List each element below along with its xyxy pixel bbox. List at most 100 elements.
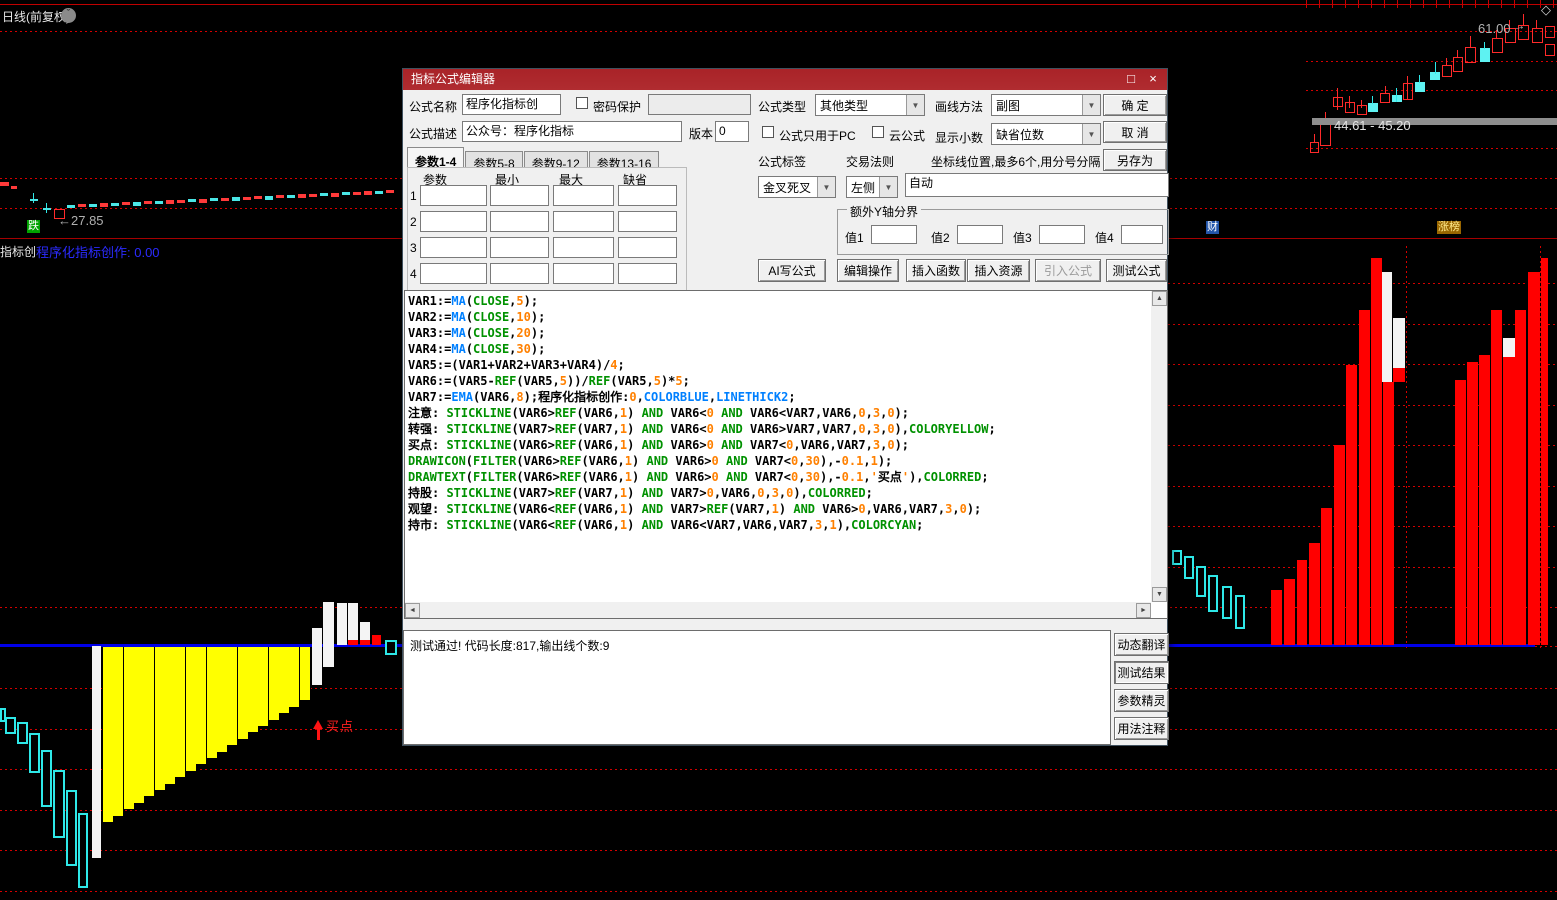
chevron-down-icon[interactable]: ▼: [879, 177, 897, 197]
param-input-r1c1[interactable]: [420, 185, 487, 206]
pc-only-checkbox[interactable]: [762, 126, 774, 138]
ok-button[interactable]: 确 定: [1103, 94, 1167, 116]
candle-cyan-hollow: [5, 717, 16, 734]
volume-bar-red: [1359, 310, 1370, 645]
code-line-15: 持市: STICKLINE(VAR6<REF(VAR6,1) AND VAR6<…: [408, 517, 996, 533]
buy-arrow-stem: [317, 729, 320, 740]
coord-line-input[interactable]: 自动: [905, 173, 1169, 197]
param-input-r4c4[interactable]: [618, 263, 677, 284]
mini-candle: [375, 191, 383, 194]
formula-type-select[interactable]: 其他类型▼: [815, 94, 925, 116]
usage-note-button[interactable]: 用法注释: [1114, 717, 1169, 740]
close-icon[interactable]: ×: [1143, 69, 1163, 90]
mini-candle: [177, 200, 185, 203]
scroll-up-icon[interactable]: ▲: [1152, 291, 1167, 306]
insert-resource-button[interactable]: 插入资源: [967, 259, 1030, 282]
param-input-r3c3[interactable]: [553, 237, 614, 258]
axis-tick: [1514, 0, 1515, 8]
wick: [1361, 100, 1362, 108]
password-checkbox[interactable]: [576, 97, 588, 109]
finance-badge[interactable]: 财: [1206, 221, 1219, 234]
edit-ops-button[interactable]: 编辑操作: [837, 259, 899, 282]
y-axis-input-2[interactable]: [957, 225, 1003, 244]
axis-tick: [1501, 0, 1502, 8]
volume-bar-red: [1467, 362, 1478, 645]
param-input-r2c3[interactable]: [553, 211, 614, 232]
y-axis-label-3: 值3: [1013, 229, 1032, 246]
param-input-r3c2[interactable]: [490, 237, 549, 258]
candle-cyan-hollow: [29, 733, 40, 773]
import-formula-button[interactable]: 引入公式: [1035, 259, 1101, 282]
period-selector[interactable]: 日线(前复权): [2, 8, 70, 25]
insert-function-button[interactable]: 插入函数: [906, 259, 966, 282]
cancel-button[interactable]: 取 消: [1103, 121, 1167, 143]
volume-bar-red: [1334, 445, 1345, 645]
scroll-right-icon[interactable]: ►: [1136, 603, 1151, 618]
password-label: 密码保护: [593, 98, 641, 115]
axis-tick: [1475, 0, 1476, 8]
save-as-button[interactable]: 另存为: [1103, 149, 1167, 171]
indicator-bar-yellow: [144, 647, 155, 796]
volume-bar-red: [1297, 560, 1307, 645]
dialog-titlebar[interactable]: 指标公式编辑器 □ ×: [403, 69, 1167, 90]
param-input-r1c4[interactable]: [618, 185, 677, 206]
chevron-down-icon[interactable]: ˇ: [61, 8, 76, 23]
rank-badge[interactable]: 涨榜: [1437, 221, 1461, 234]
chevron-down-icon[interactable]: ▼: [817, 177, 835, 197]
axis-tick: [1319, 0, 1320, 8]
wick: [1446, 58, 1447, 66]
candle-red: [1532, 28, 1543, 43]
scroll-left-icon[interactable]: ◄: [405, 603, 420, 618]
param-input-r2c4[interactable]: [618, 211, 677, 232]
restore-icon[interactable]: □: [1121, 69, 1141, 90]
dynamic-translate-button[interactable]: 动态翻译: [1114, 633, 1169, 656]
param-row-label-1: 1: [410, 189, 417, 203]
indicator-title[interactable]: 程序化指标创作: 0.00: [36, 242, 160, 261]
param-input-r1c2[interactable]: [490, 185, 549, 206]
formula-tag-select[interactable]: 金叉死叉▼: [758, 176, 836, 198]
y-axis-input-3[interactable]: [1039, 225, 1085, 244]
param-input-r3c1[interactable]: [420, 237, 487, 258]
ai-write-button[interactable]: AI写公式: [758, 259, 826, 282]
decimals-select[interactable]: 缺省位数▼: [991, 123, 1101, 145]
param-wizard-button[interactable]: 参数精灵: [1114, 689, 1169, 712]
param-input-r4c1[interactable]: [420, 263, 487, 284]
mini-candle: [188, 199, 196, 202]
formula-name-input[interactable]: 程序化指标创: [462, 94, 561, 115]
cloud-checkbox[interactable]: [872, 126, 884, 138]
formula-desc-input[interactable]: 公众号：程序化指标: [462, 121, 682, 142]
mini-candle: [67, 205, 75, 208]
chevron-down-icon[interactable]: ▼: [906, 95, 924, 115]
vertical-scrollbar[interactable]: [1151, 291, 1167, 602]
test-result-button[interactable]: 测试结果: [1114, 661, 1169, 684]
mini-candle: [364, 191, 372, 195]
indicator-bar-white: [360, 622, 370, 640]
indicator-bar-white: [323, 602, 334, 667]
candle-red: [1545, 26, 1555, 38]
version-input[interactable]: 0: [715, 121, 749, 142]
volume-bar-red: [1503, 357, 1515, 645]
chevron-down-icon[interactable]: ▼: [1082, 95, 1100, 115]
mini-candle: [221, 198, 229, 201]
password-input[interactable]: [648, 94, 751, 115]
param-input-r4c3[interactable]: [553, 263, 614, 284]
mini-candle: [265, 196, 273, 200]
y-axis-input-4[interactable]: [1121, 225, 1163, 244]
axis-tick: [1410, 0, 1411, 8]
param-input-r4c2[interactable]: [490, 263, 549, 284]
param-input-r2c1[interactable]: [420, 211, 487, 232]
candle-red: [1380, 93, 1390, 103]
param-input-r2c2[interactable]: [490, 211, 549, 232]
param-input-r1c3[interactable]: [553, 185, 614, 206]
test-formula-button[interactable]: 测试公式: [1106, 259, 1167, 282]
fall-badge[interactable]: 跌: [27, 220, 40, 233]
chevron-down-icon[interactable]: ▼: [1082, 124, 1100, 144]
code-editor[interactable]: VAR1:=MA(CLOSE,5);VAR2:=MA(CLOSE,10);VAR…: [404, 290, 1168, 619]
horizontal-scrollbar[interactable]: [405, 602, 1151, 618]
scroll-down-icon[interactable]: ▼: [1152, 587, 1167, 602]
y-axis-input-1[interactable]: [871, 225, 917, 244]
trade-rule-select[interactable]: 左侧▼: [846, 176, 898, 198]
draw-method-select[interactable]: 副图▼: [991, 94, 1101, 116]
param-input-r3c4[interactable]: [618, 237, 677, 258]
volume-bar-red: [1371, 258, 1382, 645]
